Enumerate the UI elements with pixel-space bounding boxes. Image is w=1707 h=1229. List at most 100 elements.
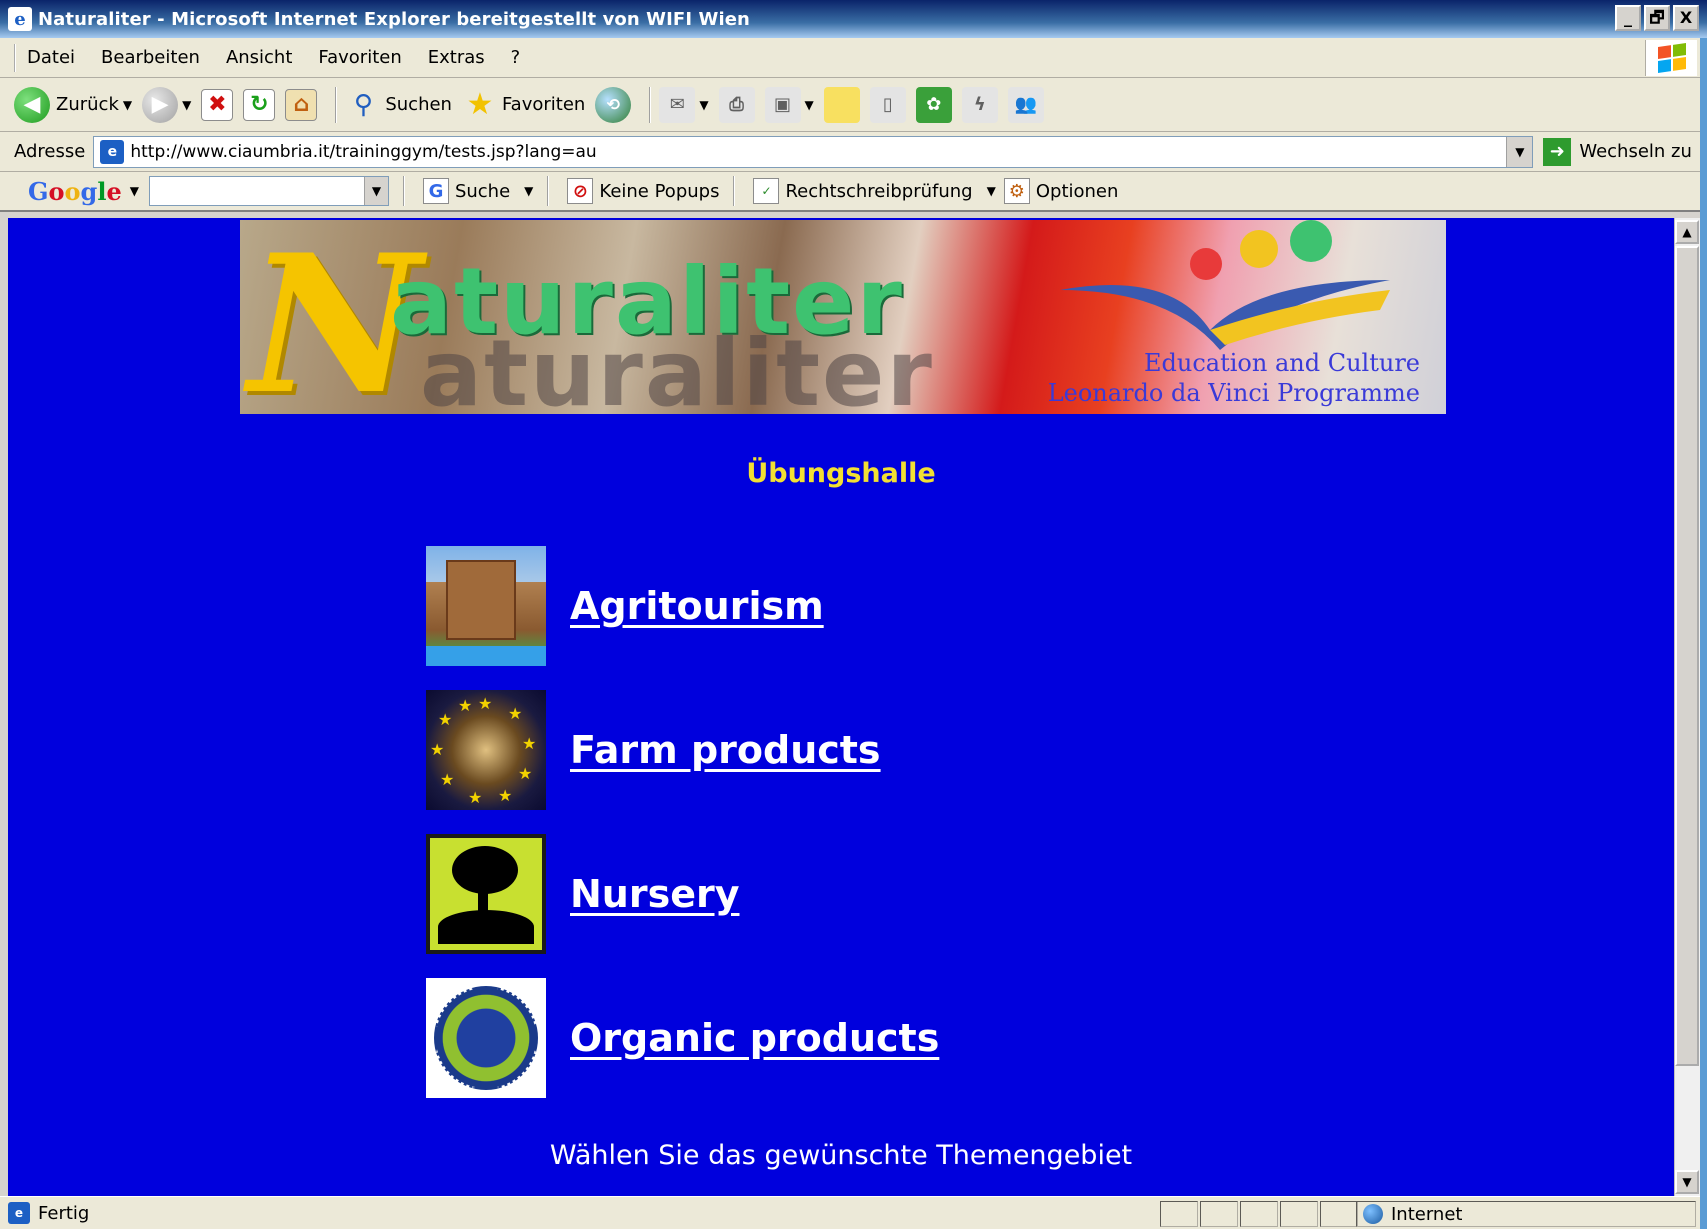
minimize-button[interactable]: _ <box>1615 5 1641 31</box>
home-button[interactable]: ⌂ <box>285 88 318 121</box>
spellcheck-label: Rechtschreibprüfung <box>785 180 973 202</box>
menu-ansicht[interactable]: Ansicht <box>226 47 292 68</box>
chevron-down-icon[interactable]: ▼ <box>130 184 139 198</box>
chevron-down-icon[interactable]: ▼ <box>805 98 814 112</box>
address-input[interactable]: e http://www.ciaumbria.it/traininggym/te… <box>93 135 1534 168</box>
topic-nursery: Nursery <box>426 834 1226 954</box>
window-border <box>1700 38 1707 1229</box>
chevron-down-icon[interactable]: ▼ <box>1506 136 1533 167</box>
organic-products-link[interactable]: Organic products <box>570 1016 939 1060</box>
page-content: aturaliter N aturaliter Education and Cu… <box>8 218 1674 1196</box>
search-icon: ⚲ <box>353 89 373 120</box>
lightning-icon: ϟ <box>961 86 998 123</box>
chevron-down-icon[interactable]: ▼ <box>123 98 132 112</box>
status-pane <box>1200 1201 1238 1227</box>
spellcheck-icon: ✓ <box>753 178 780 204</box>
status-pane <box>1320 1201 1358 1227</box>
favorites-button[interactable]: ★ Favoriten <box>462 87 586 123</box>
toolbar-separator <box>649 86 652 123</box>
menu-datei[interactable]: Datei <box>27 47 75 68</box>
status-pane <box>1280 1201 1318 1227</box>
naturaliter-banner: aturaliter N aturaliter Education and Cu… <box>240 220 1446 414</box>
search-button[interactable]: ⚲ Suchen <box>345 87 452 123</box>
print-button[interactable]: ⎙ <box>718 86 755 123</box>
status-pane <box>1240 1201 1278 1227</box>
back-button[interactable]: ◀ Zurück ▼ <box>14 86 132 123</box>
spellcheck-button[interactable]: ✓ Rechtschreibprüfung ▼ <box>753 178 996 204</box>
refresh-icon: ↻ <box>243 88 276 121</box>
chevron-down-icon[interactable]: ▼ <box>699 98 708 112</box>
menu-bar: Datei Bearbeiten Ansicht Favoriten Extra… <box>0 38 1707 78</box>
address-url[interactable]: http://www.ciaumbria.it/traininggym/test… <box>130 142 596 162</box>
menu-favoriten[interactable]: Favoriten <box>318 47 401 68</box>
search-label: Suchen <box>385 94 452 115</box>
nursery-thumbnail[interactable] <box>426 834 546 954</box>
chevron-down-icon[interactable]: ▼ <box>987 184 996 198</box>
mail-icon: ✉ <box>659 86 696 123</box>
close-button[interactable]: X <box>1673 5 1699 31</box>
messenger-button[interactable]: 👥 <box>1007 86 1044 123</box>
google-logo[interactable]: Google <box>28 177 122 206</box>
icq-button[interactable]: ✿ <box>915 86 952 123</box>
home-icon: ⌂ <box>285 88 318 121</box>
printer-icon: ⎙ <box>718 86 755 123</box>
pool-image <box>426 646 546 666</box>
notes-button[interactable] <box>823 86 860 123</box>
popups-label: Keine Popups <box>599 180 720 202</box>
popup-blocker-button[interactable]: ⊘ Keine Popups <box>567 178 719 204</box>
research-button[interactable]: ▯ <box>869 86 906 123</box>
history-button[interactable]: ⟲ <box>595 86 632 123</box>
messenger-icon: 👥 <box>1007 86 1044 123</box>
scroll-up-icon[interactable]: ▲ <box>1675 220 1699 244</box>
go-button[interactable]: ➜ Wechseln zu <box>1543 137 1692 166</box>
google-search-input[interactable]: ▼ <box>148 176 389 206</box>
ie-icon: e <box>8 7 32 31</box>
go-arrow-icon: ➜ <box>1543 137 1572 166</box>
toolbar-grip[interactable] <box>14 43 17 72</box>
chevron-down-icon[interactable]: ▼ <box>363 177 388 205</box>
organic-seal-icon <box>434 986 538 1090</box>
edit-button[interactable]: ▣ ▼ <box>764 86 814 123</box>
yellow-dot-icon <box>1240 230 1278 268</box>
organic-products-thumbnail[interactable] <box>426 978 546 1098</box>
banner-logo-text: aturaliter <box>390 248 904 355</box>
toolbar-separator <box>733 176 736 206</box>
farm-products-link[interactable]: Farm products <box>570 728 881 772</box>
restore-button[interactable]: 🗗 <box>1644 5 1670 31</box>
menu-help[interactable]: ? <box>511 47 521 68</box>
globe-icon <box>1363 1204 1383 1224</box>
options-button[interactable]: ⚙ Optionen <box>1003 178 1119 204</box>
agritourism-link[interactable]: Agritourism <box>570 584 824 628</box>
google-search-button[interactable]: G Suche ▼ <box>422 178 533 204</box>
history-icon: ⟲ <box>595 86 632 123</box>
lightning-button[interactable]: ϟ <box>961 86 998 123</box>
nursery-link[interactable]: Nursery <box>570 872 740 916</box>
vertical-scrollbar[interactable]: ▲ ▼ <box>1674 218 1700 1196</box>
address-bar: Adresse e http://www.ciaumbria.it/traini… <box>0 132 1707 172</box>
window-title: Naturaliter - Microsoft Internet Explore… <box>38 8 750 30</box>
chevron-down-icon[interactable]: ▼ <box>182 98 191 112</box>
mail-button[interactable]: ✉ ▼ <box>659 86 709 123</box>
scrollbar-thumb[interactable] <box>1675 246 1699 1066</box>
options-icon: ⚙ <box>1003 178 1030 204</box>
farm-products-thumbnail[interactable]: ★ ★ ★ ★ ★ ★ ★ ★ ★ ★ <box>426 690 546 810</box>
agritourism-thumbnail[interactable] <box>426 546 546 666</box>
forward-button[interactable]: ▶ ▼ <box>142 86 191 123</box>
scroll-down-icon[interactable]: ▼ <box>1675 1170 1699 1194</box>
chevron-down-icon[interactable]: ▼ <box>524 184 533 198</box>
refresh-button[interactable]: ↻ <box>243 88 276 121</box>
menu-bearbeiten[interactable]: Bearbeiten <box>101 47 200 68</box>
options-label: Optionen <box>1035 180 1119 202</box>
page-status-icon: e <box>8 1202 30 1224</box>
stop-button[interactable]: ✖ <box>201 88 234 121</box>
back-label: Zurück <box>56 94 119 115</box>
document-icon: ▯ <box>869 86 906 123</box>
banner-tagline: Education and Culture Leonardo da Vinci … <box>940 348 1420 408</box>
popup-blocker-icon: ⊘ <box>567 178 594 204</box>
menu-extras[interactable]: Extras <box>428 47 485 68</box>
toolbar-separator <box>402 176 405 206</box>
star-icon: ★ <box>466 87 494 122</box>
address-label: Adresse <box>14 141 86 162</box>
green-dot-icon <box>1290 220 1332 262</box>
window-controls: _ 🗗 X <box>1615 5 1699 31</box>
